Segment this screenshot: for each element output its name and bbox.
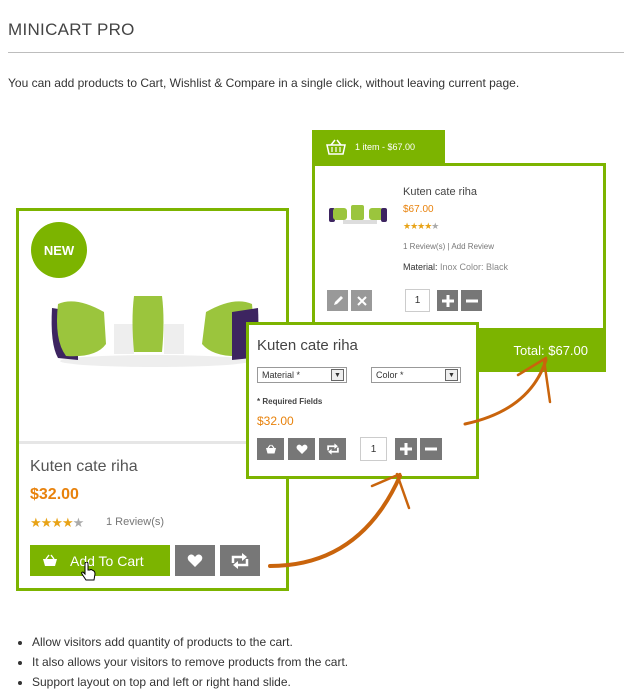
feature-item: Allow visitors add quantity of products … — [32, 632, 348, 652]
feature-item: It also allows your visitors to remove p… — [32, 652, 348, 672]
arrow-to-quickview — [268, 474, 402, 568]
feature-item: Support layout on top and left or right … — [32, 672, 348, 692]
arrowhead-total-b — [542, 358, 552, 404]
annotation-arrows — [268, 356, 552, 568]
arrowhead-quickview-b — [395, 472, 411, 510]
arrow-to-total — [463, 358, 548, 426]
feature-list: Allow visitors add quantity of products … — [18, 632, 348, 692]
